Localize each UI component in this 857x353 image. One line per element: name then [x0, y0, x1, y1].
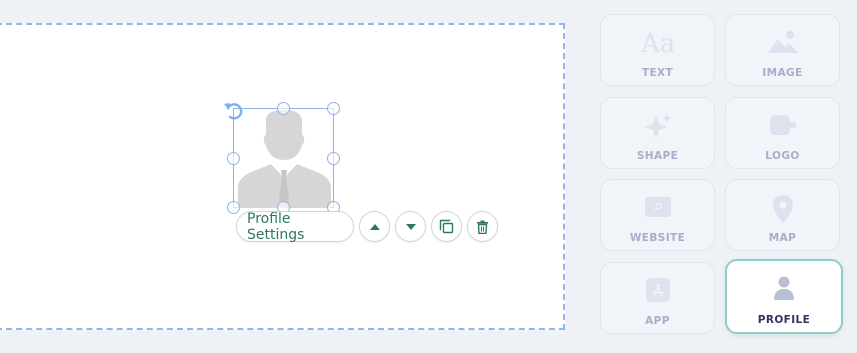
selected-profile-element[interactable]	[227, 102, 340, 214]
trash-icon	[477, 220, 488, 234]
move-up-button[interactable]	[359, 211, 390, 242]
profile-settings-button[interactable]: Profile Settings	[236, 210, 354, 243]
element-tile-logo[interactable]: LOGO	[725, 97, 840, 169]
website-icon	[644, 197, 671, 217]
tile-label-website: WEBSITE	[629, 232, 686, 244]
svg-text:Aa: Aa	[640, 29, 675, 56]
triangle-up-icon	[369, 223, 380, 230]
resize-handle-middle-right[interactable]	[327, 152, 340, 165]
element-tile-website[interactable]: WEBSITE	[600, 179, 715, 251]
element-tile-text[interactable]: Aa TEXT	[600, 14, 715, 86]
copy-icon	[439, 219, 454, 234]
element-tile-app[interactable]: APP	[600, 262, 715, 334]
map-pin-icon	[772, 195, 793, 223]
element-toolbar: Profile Settings	[236, 210, 498, 243]
tile-label-app: APP	[645, 315, 670, 327]
element-tile-image[interactable]: IMAGE	[725, 14, 840, 86]
image-icon	[767, 31, 798, 53]
tile-label-image: IMAGE	[762, 67, 803, 79]
move-down-button[interactable]	[395, 211, 426, 242]
text-aa-icon: Aa	[640, 29, 675, 56]
delete-button[interactable]	[467, 211, 498, 242]
element-tile-profile[interactable]: PROFILE	[725, 259, 843, 334]
tile-label-logo: LOGO	[765, 150, 800, 162]
element-tile-map[interactable]: MAP	[725, 179, 840, 251]
resize-handle-top-center[interactable]	[277, 102, 290, 115]
logo-icon	[769, 115, 796, 135]
duplicate-button[interactable]	[431, 211, 462, 242]
tile-label-text: TEXT	[641, 67, 674, 79]
profile-settings-label: Profile Settings	[247, 210, 305, 243]
resize-handle-top-right[interactable]	[327, 102, 340, 115]
tile-label-profile: PROFILE	[757, 314, 811, 326]
element-tile-shape[interactable]: SHAPE	[600, 97, 715, 169]
sparkle-icon	[643, 113, 672, 139]
tile-label-shape: SHAPE	[636, 150, 679, 162]
profile-placeholder-image	[238, 110, 331, 208]
resize-handle-middle-left[interactable]	[227, 152, 240, 165]
tile-label-map: MAP	[768, 232, 797, 244]
rotate-icon[interactable]	[223, 100, 245, 122]
triangle-down-icon	[405, 223, 416, 230]
person-icon	[774, 276, 794, 300]
app-store-icon	[645, 278, 670, 302]
